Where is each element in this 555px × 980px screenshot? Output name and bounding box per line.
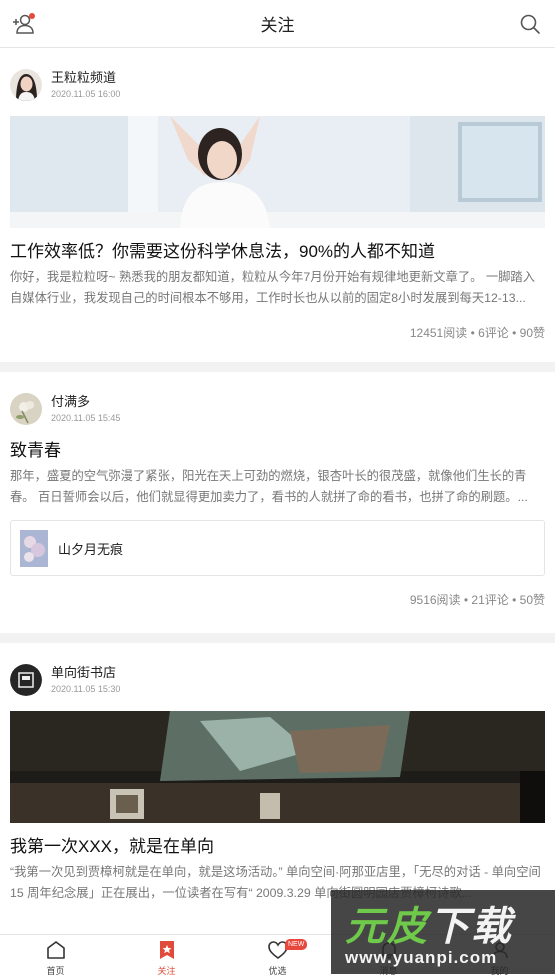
watermark-brand: 元皮下载 <box>345 894 513 952</box>
post-time: 2020.11.05 15:30 <box>51 684 121 694</box>
cover-image[interactable] <box>10 116 545 228</box>
author-row[interactable]: 王粒粒频道 2020.11.05 16:00 <box>10 48 545 116</box>
tab-label: 关注 <box>157 966 176 976</box>
new-badge: NEW <box>285 939 308 950</box>
post-time: 2020.11.05 16:00 <box>51 89 121 99</box>
tab-featured[interactable]: NEW 优选 <box>222 935 333 980</box>
post-title[interactable]: 工作效率低？你需要这份科学休息法，90%的人都不知道 <box>10 241 545 263</box>
tab-home[interactable]: 首页 <box>0 935 111 980</box>
post-title[interactable]: 致青春 <box>10 440 545 462</box>
post-excerpt[interactable]: 那年，盛夏的空气弥漫了紧张，阳光在天上可劲的燃烧，银杏叶长的很茂盛，就像他们生长… <box>10 466 545 508</box>
search-icon[interactable] <box>519 13 541 35</box>
author-row[interactable]: 付满多 2020.11.05 15:45 <box>10 372 545 440</box>
post-card[interactable]: 王粒粒频道 2020.11.05 16:00 工作效率低？你需要这份科学休息法，… <box>0 48 555 362</box>
collection-thumbnail <box>20 529 48 567</box>
author-row[interactable]: 单向街书店 2020.11.05 15:30 <box>10 643 545 711</box>
avatar[interactable] <box>10 69 42 101</box>
top-bar: 关注 <box>0 0 555 48</box>
site-watermark: 元皮下载 www.yuanpi.com <box>331 890 555 974</box>
author-name[interactable]: 单向街书店 <box>51 665 120 681</box>
watermark-brand-left: 元皮 <box>345 905 429 949</box>
avatar[interactable] <box>10 664 42 696</box>
watermark-url: www.yuanpi.com <box>345 948 498 967</box>
following-feed[interactable]: 王粒粒频道 2020.11.05 16:00 工作效率低？你需要这份科学休息法，… <box>0 48 555 934</box>
tab-label: 优选 <box>268 966 287 976</box>
post-title[interactable]: 我第一次XXX，就是在单向 <box>10 836 545 858</box>
page-title: 关注 <box>260 16 295 35</box>
watermark-brand-right: 下载 <box>429 905 513 949</box>
author-name[interactable]: 付满多 <box>51 394 120 410</box>
tab-label: 首页 <box>46 966 65 976</box>
add-friend-icon[interactable] <box>12 12 38 36</box>
post-excerpt[interactable]: 你好，我是粒粒呀~ 熟悉我的朋友都知道，粒粒从今年7月份开始有规律地更新文章了。… <box>10 267 545 309</box>
collection-name[interactable]: 山夕月无痕 <box>58 539 123 558</box>
app-screen: 关注 王粒粒频道 2020.11.05 16:00 工作效率低？你需要这份科学休… <box>0 0 555 980</box>
post-stats: 9516阅读 • 21评论 • 50赞 <box>409 593 545 607</box>
post-time: 2020.11.05 15:45 <box>51 413 121 423</box>
tab-following[interactable]: 关注 <box>111 935 222 980</box>
author-name[interactable]: 王粒粒频道 <box>51 70 120 86</box>
cover-image[interactable] <box>10 711 545 823</box>
bookmark-star-icon <box>159 941 174 959</box>
post-card[interactable]: 付满多 2020.11.05 15:45 致青春 那年，盛夏的空气弥漫了紧张，阳… <box>0 372 555 633</box>
quoted-collection[interactable]: 山夕月无痕 <box>10 520 545 576</box>
home-icon <box>46 941 65 959</box>
post-stats: 12451阅读 • 6评论 • 90赞 <box>409 326 545 340</box>
avatar[interactable] <box>10 393 42 425</box>
